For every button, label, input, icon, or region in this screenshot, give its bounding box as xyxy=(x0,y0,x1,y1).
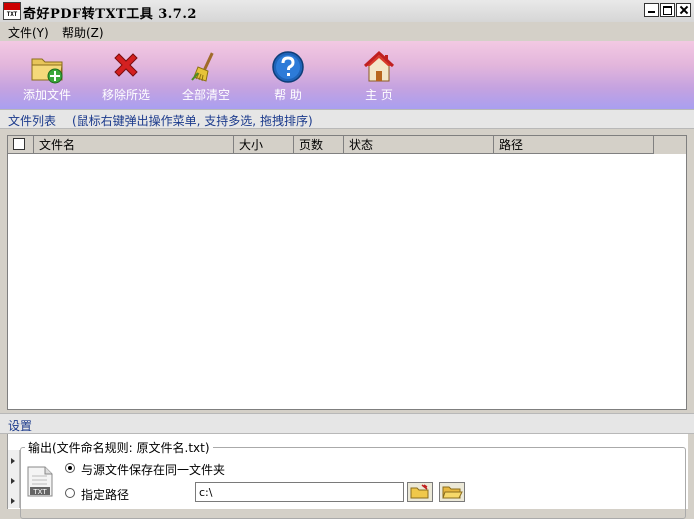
column-status[interactable]: 状态 xyxy=(344,136,494,154)
txt-icon-label: TXT xyxy=(32,488,47,496)
folder-pick-icon xyxy=(410,484,429,499)
file-list-hint: (鼠标右键弹出操作菜单, 支持多选, 拖拽排序) xyxy=(72,114,313,128)
home-button[interactable]: 主 页 xyxy=(339,41,419,109)
column-filename[interactable]: 文件名 xyxy=(34,136,234,154)
remove-icon xyxy=(114,53,138,77)
maximize-button[interactable] xyxy=(660,3,675,17)
app-icon: TXT xyxy=(3,2,21,20)
table-header: 文件名 大小 页数 状态 路径 xyxy=(8,136,686,154)
arrow-right-icon xyxy=(11,498,15,504)
column-pages[interactable]: 页数 xyxy=(294,136,344,154)
path-input[interactable] xyxy=(195,482,404,502)
clear-all-button[interactable]: 全部清空 xyxy=(166,41,246,109)
file-list-title: 文件列表 xyxy=(8,114,57,128)
help-button[interactable]: 帮 助 xyxy=(248,41,328,109)
custom-path-label[interactable]: 指定路径 xyxy=(81,486,129,503)
arrow-right-icon xyxy=(11,478,15,484)
custom-path-radio[interactable] xyxy=(65,488,75,498)
remove-selected-label: 移除所选 xyxy=(101,88,150,102)
help-label: 帮 助 xyxy=(274,88,302,102)
add-file-button[interactable]: 添加文件 xyxy=(7,41,87,109)
pick-folder-button[interactable] xyxy=(407,482,433,502)
file-list-caption: 文件列表 (鼠标右键弹出操作菜单, 支持多选, 拖拽排序) xyxy=(0,109,694,129)
add-file-icon xyxy=(31,58,63,84)
file-table[interactable]: 文件名 大小 页数 状态 路径 xyxy=(7,135,687,410)
same-folder-label[interactable]: 与源文件保存在同一文件夹 xyxy=(81,461,225,478)
clear-all-label: 全部清空 xyxy=(181,88,230,102)
window-title: 奇好PDF转TXT工具 3.7.2 xyxy=(23,7,197,22)
settings-title: 设置 xyxy=(8,419,33,433)
menu-help[interactable]: 帮助(Z) xyxy=(62,24,104,41)
close-button[interactable] xyxy=(676,3,691,17)
open-folder-icon xyxy=(442,486,463,499)
add-file-label: 添加文件 xyxy=(22,88,71,102)
menu-bar: 文件(Y) 帮助(Z) xyxy=(0,22,694,41)
column-path[interactable]: 路径 xyxy=(494,136,654,154)
txt-file-icon: TXT xyxy=(27,466,53,497)
panel-toggle-strip[interactable] xyxy=(8,450,20,508)
output-legend: 输出(文件命名规则: 原文件名.txt) xyxy=(25,439,213,456)
same-folder-radio[interactable] xyxy=(65,463,75,473)
settings-panel: 输出(文件命名规则: 原文件名.txt) TXT 与源文件保存在同一文件夹 指定… xyxy=(7,434,688,519)
column-size[interactable]: 大小 xyxy=(234,136,294,154)
select-all-column[interactable] xyxy=(8,136,34,154)
toolbar: 添加文件 移除所选 全部清空 帮 助 主 页 xyxy=(0,41,694,109)
app-icon-text: TXT xyxy=(6,11,18,18)
select-all-checkbox[interactable] xyxy=(13,138,25,150)
remove-selected-button[interactable]: 移除所选 xyxy=(86,41,166,109)
title-bar: TXT 奇好PDF转TXT工具 3.7.2 xyxy=(0,0,694,23)
help-icon xyxy=(272,51,304,83)
settings-caption: 设置 xyxy=(0,413,694,434)
minimize-button[interactable] xyxy=(644,3,659,17)
menu-file[interactable]: 文件(Y) xyxy=(8,24,49,41)
broom-icon xyxy=(191,52,214,82)
arrow-right-icon xyxy=(11,458,15,464)
open-folder-button[interactable] xyxy=(439,482,465,502)
home-icon xyxy=(363,50,395,82)
home-label: 主 页 xyxy=(365,88,393,102)
